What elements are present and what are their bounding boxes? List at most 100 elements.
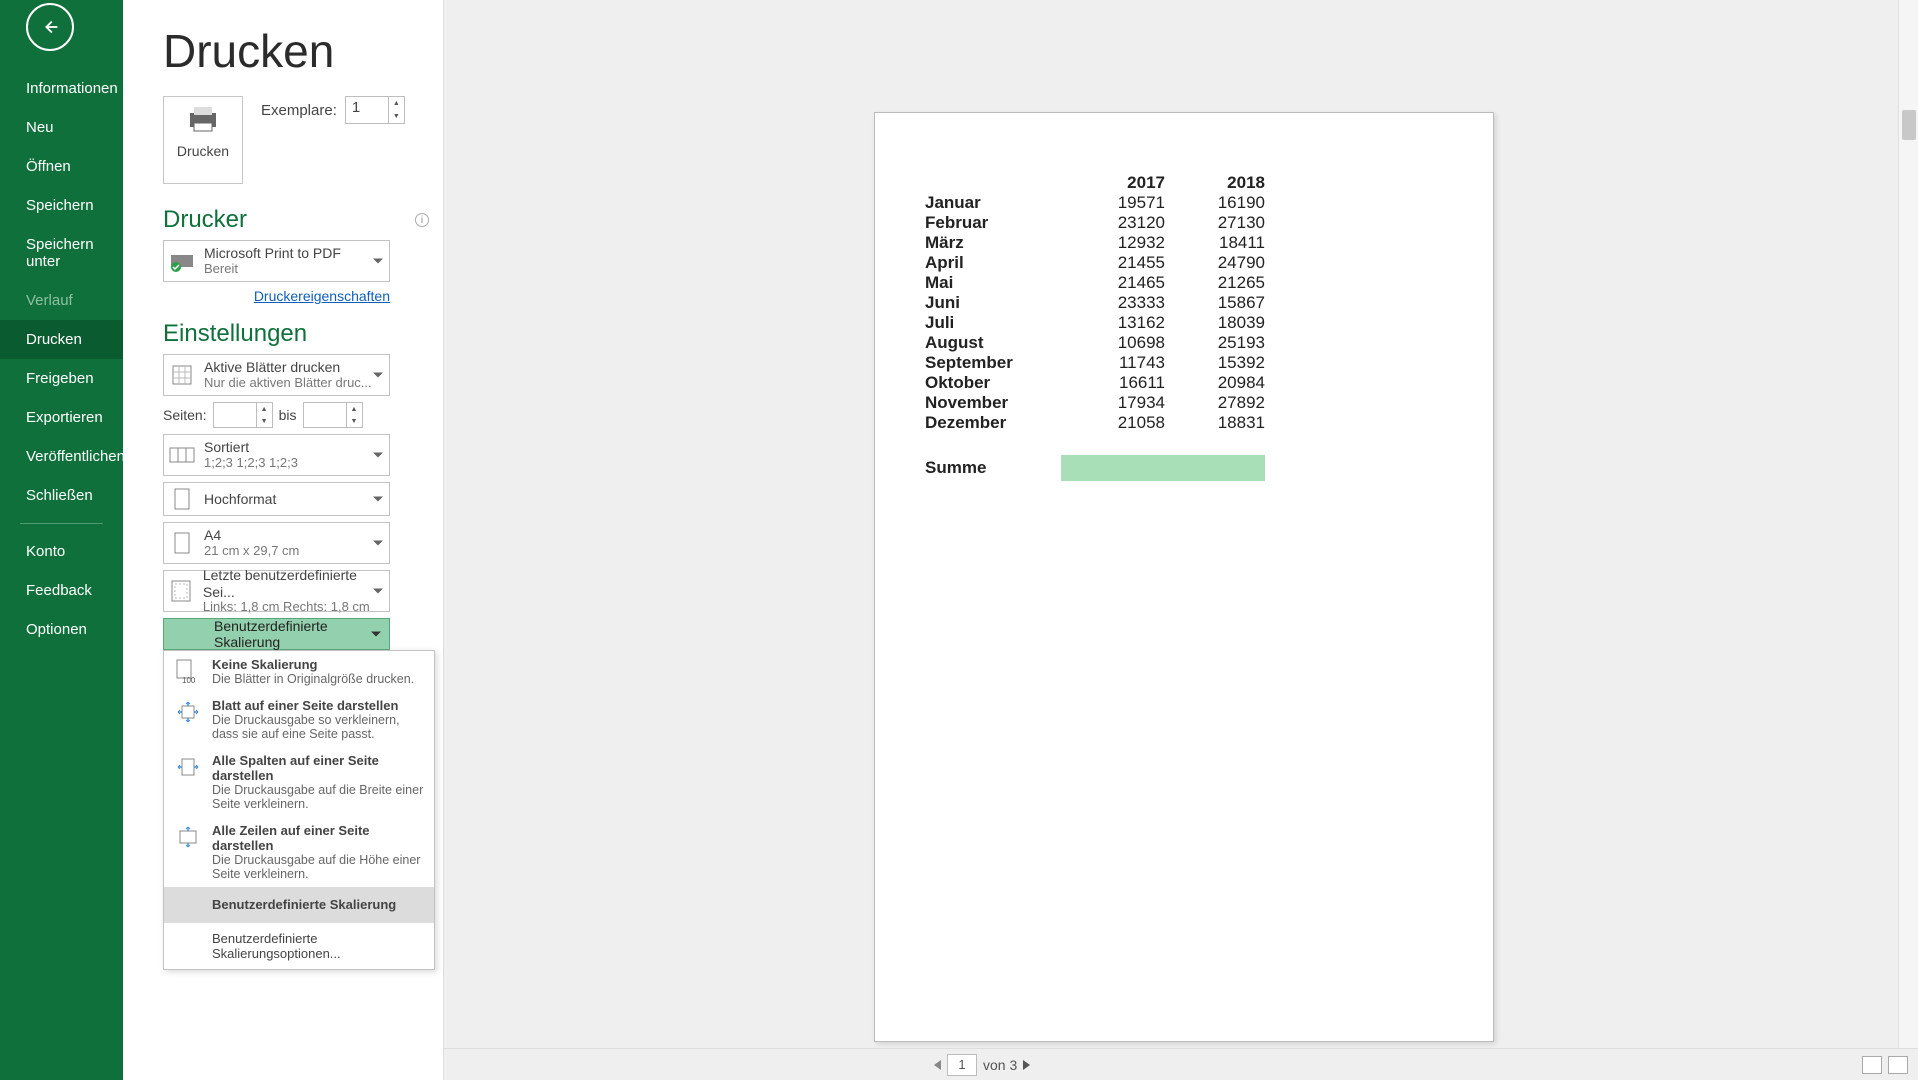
margins-sub: Links: 1,8 cm Rechts: 1,8 cm (203, 600, 385, 615)
value-cell: 23120 (1065, 213, 1165, 233)
current-page-input[interactable]: 1 (947, 1054, 977, 1076)
value-cell: 17934 (1065, 393, 1165, 413)
sidebar-item-speichern-unter[interactable]: Speichern unter (0, 225, 123, 281)
orientation-dropdown[interactable]: Hochformat (163, 482, 390, 516)
spinner-up-icon[interactable]: ▲ (257, 403, 272, 415)
value-cell: 16190 (1165, 193, 1265, 213)
scale-custom-title: Benutzerdefinierte Skalierung (212, 897, 396, 912)
value-cell: 23333 (1065, 293, 1165, 313)
chevron-down-icon (371, 632, 381, 637)
scale-fit-sheet-sub: Die Druckausgabe so verkleinern, dass si… (212, 713, 424, 741)
scale-none-sub: Die Blätter in Originalgröße drucken. (212, 672, 414, 686)
next-page-button[interactable] (1023, 1060, 1030, 1070)
spinner-down-icon[interactable]: ▼ (389, 110, 404, 123)
month-cell: Juni (925, 293, 1065, 313)
printer-status: Bereit (204, 262, 341, 277)
margins-title: Letzte benutzerdefinierte Sei... (203, 567, 385, 599)
table-row: August1069825193 (925, 333, 1443, 353)
scaling-option-none[interactable]: 100 Keine SkalierungDie Blätter in Origi… (164, 651, 434, 692)
month-cell: September (925, 353, 1065, 373)
sidebar-divider (20, 523, 103, 524)
sidebar-item-feedback[interactable]: Feedback (0, 571, 123, 610)
spinner-down-icon[interactable]: ▼ (257, 415, 272, 427)
paper-sub: 21 cm x 29,7 cm (204, 544, 299, 559)
chevron-down-icon (373, 453, 383, 458)
printer-info-icon[interactable]: i (415, 213, 429, 227)
printer-properties-link[interactable]: Druckereigenschaften (163, 288, 390, 304)
month-cell: Oktober (925, 373, 1065, 393)
printer-icon (186, 105, 220, 133)
sidebar-item-speichern[interactable]: Speichern (0, 186, 123, 225)
print-what-title: Aktive Blätter drucken (204, 359, 372, 375)
value-cell: 15392 (1165, 353, 1265, 373)
show-margins-button[interactable] (1862, 1056, 1882, 1074)
table-row: März1293218411 (925, 233, 1443, 253)
scaling-option-fit-sheet[interactable]: Blatt auf einer Seite darstellenDie Druc… (164, 692, 434, 747)
pages-from-input[interactable]: ▲▼ (213, 402, 273, 428)
arrow-left-icon (39, 16, 61, 38)
scaling-dropdown[interactable]: Benutzerdefinierte Skalierung (163, 618, 390, 650)
value-cell: 27892 (1165, 393, 1265, 413)
sidebar-item-freigeben[interactable]: Freigeben (0, 359, 123, 398)
value-cell: 21058 (1065, 413, 1165, 433)
scaling-option-custom[interactable]: Benutzerdefinierte Skalierung (164, 887, 434, 922)
sidebar-item-drucken[interactable]: Drucken (0, 320, 123, 359)
value-cell: 16611 (1065, 373, 1165, 393)
sidebar-item-konto[interactable]: Konto (0, 532, 123, 571)
copies-input[interactable]: 1 ▲▼ (345, 96, 405, 124)
zoom-to-page-button[interactable] (1888, 1056, 1908, 1074)
scaling-options-link[interactable]: Benutzerdefinierte Skalierungsoptionen..… (164, 922, 434, 969)
print-button-label: Drucken (177, 143, 229, 159)
page-navigation: 1 von 3 (444, 1048, 1918, 1080)
scaling-dropdown-menu: 100 Keine SkalierungDie Blätter in Origi… (163, 650, 435, 970)
month-cell: Mai (925, 273, 1065, 293)
sidebar-item-neu[interactable]: Neu (0, 108, 123, 147)
sidebar-item-exportieren[interactable]: Exportieren (0, 398, 123, 437)
scale-none-icon: 100 (176, 659, 202, 685)
prev-page-button[interactable] (934, 1060, 941, 1070)
value-cell: 11743 (1065, 353, 1165, 373)
table-row: September1174315392 (925, 353, 1443, 373)
spinner-down-icon[interactable]: ▼ (347, 415, 362, 427)
scale-fit-sheet-title: Blatt auf einer Seite darstellen (212, 698, 424, 713)
table-row: Februar2312027130 (925, 213, 1443, 233)
backstage-sidebar: Informationen Neu Öffnen Speichern Speic… (0, 0, 123, 1080)
back-button[interactable] (26, 3, 74, 51)
sidebar-item-optionen[interactable]: Optionen (0, 610, 123, 649)
spinner-up-icon[interactable]: ▲ (347, 403, 362, 415)
paper-size-dropdown[interactable]: A4 21 cm x 29,7 cm (163, 522, 390, 564)
printer-dropdown[interactable]: Microsoft Print to PDF Bereit (163, 240, 390, 282)
preview-scrollbar[interactable] (1898, 0, 1918, 1080)
pages-to-input[interactable]: ▲▼ (303, 402, 363, 428)
settings-heading: Einstellungen (163, 320, 307, 348)
scaling-option-fit-columns[interactable]: Alle Spalten auf einer Seite darstellenD… (164, 747, 434, 817)
month-cell: März (925, 233, 1065, 253)
value-cell: 20984 (1165, 373, 1265, 393)
scale-fit-rows-sub: Die Druckausgabe auf die Höhe einer Seit… (212, 853, 424, 881)
margins-dropdown[interactable]: Letzte benutzerdefinierte Sei... Links: … (163, 570, 390, 612)
scrollbar-thumb[interactable] (1902, 110, 1916, 140)
value-cell: 24790 (1165, 253, 1265, 273)
chevron-down-icon (373, 259, 383, 264)
sidebar-item-informationen[interactable]: Informationen (0, 69, 123, 108)
margins-icon (168, 577, 195, 605)
pages-to-label: bis (279, 407, 297, 423)
sum-highlight (1061, 455, 1265, 481)
spinner-up-icon[interactable]: ▲ (389, 97, 404, 110)
sum-label: Summe (925, 458, 1065, 478)
scaling-option-fit-rows[interactable]: Alle Zeilen auf einer Seite darstellenDi… (164, 817, 434, 887)
sidebar-item-schliessen[interactable]: Schließen (0, 476, 123, 515)
value-cell: 15867 (1165, 293, 1265, 313)
page-icon (168, 529, 196, 557)
sidebar-item-veroeffentlichen[interactable]: Veröffentlichen (0, 437, 123, 476)
print-what-dropdown[interactable]: Aktive Blätter drucken Nur die aktiven B… (163, 354, 390, 396)
sheets-icon (168, 361, 196, 389)
scale-fit-sheet-icon (176, 700, 202, 726)
collate-dropdown[interactable]: Sortiert 1;2;3 1;2;3 1;2;3 (163, 434, 390, 476)
print-button[interactable]: Drucken (163, 96, 243, 184)
month-cell: November (925, 393, 1065, 413)
scale-fit-rows-title: Alle Zeilen auf einer Seite darstellen (212, 823, 424, 853)
month-cell: Dezember (925, 413, 1065, 433)
svg-text:100: 100 (182, 676, 196, 685)
sidebar-item-oeffnen[interactable]: Öffnen (0, 147, 123, 186)
